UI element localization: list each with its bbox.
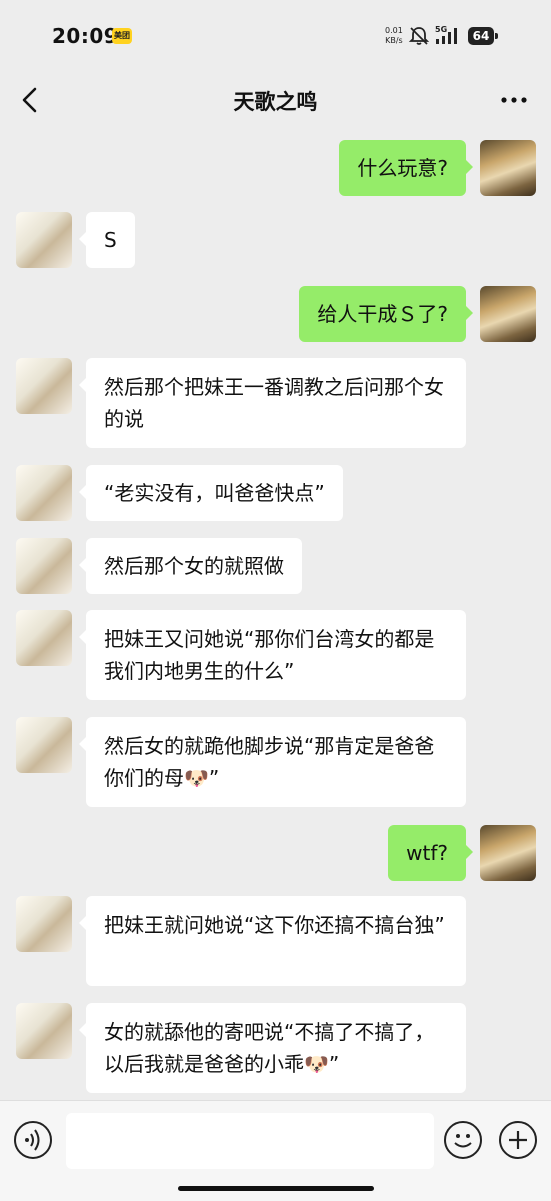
incoming-message[interactable]: 然后那个把妹王一番调教之后问那个女的说: [79, 358, 466, 448]
outgoing-message[interactable]: wtf?: [388, 825, 473, 881]
meituan-badge-icon: 美团: [112, 28, 132, 44]
incoming-message[interactable]: 然后那个女的就照做: [79, 538, 302, 594]
battery-level: 64: [468, 27, 494, 45]
emoji-icon: [454, 1134, 472, 1148]
contact-avatar[interactable]: [16, 465, 72, 521]
signal-5g-icon: 5G: [435, 25, 457, 44]
contact-avatar[interactable]: [16, 610, 72, 666]
more-dots-icon[interactable]: [499, 88, 529, 112]
mute-bell-icon: [408, 27, 430, 45]
incoming-message[interactable]: 把妹王就问她说“这下你还搞不搞台独”: [79, 896, 466, 986]
plus-button[interactable]: [499, 1121, 537, 1159]
home-indicator[interactable]: [178, 1186, 374, 1191]
outgoing-message[interactable]: 什么玩意?: [339, 140, 473, 196]
incoming-message[interactable]: “老实没有，叫爸爸快点”: [79, 465, 343, 521]
self-avatar[interactable]: [480, 825, 536, 881]
contact-avatar[interactable]: [16, 1003, 72, 1059]
chat-header: 天歌之鸣: [0, 72, 551, 128]
incoming-message[interactable]: 女的就舔他的寄吧说“不搞了不搞了，以后我就是爸爸的小乖🐶”: [79, 1003, 466, 1093]
contact-avatar[interactable]: [16, 358, 72, 414]
contact-avatar[interactable]: [16, 717, 72, 773]
outgoing-message[interactable]: 给人干成Ｓ了?: [299, 286, 473, 342]
emoji-button[interactable]: [444, 1121, 482, 1159]
status-bar: 20:09 美团 0.01 KB/s 5G 64: [0, 0, 551, 72]
incoming-message[interactable]: 把妹王又问她说“那你们台湾女的都是我们内地男生的什么”: [79, 610, 466, 700]
voice-icon: [25, 1129, 40, 1151]
incoming-message[interactable]: S: [79, 212, 135, 268]
plus-icon: [509, 1131, 527, 1149]
battery-icon: 64: [468, 27, 502, 45]
message-input[interactable]: [66, 1113, 434, 1169]
network-type: 5G: [435, 25, 447, 34]
chat-title: 天歌之鸣: [233, 90, 318, 114]
network-speed: 0.01 KB/s: [385, 26, 403, 45]
contact-avatar[interactable]: [16, 538, 72, 594]
status-time: 20:09: [52, 24, 119, 48]
self-avatar[interactable]: [480, 140, 536, 196]
voice-button[interactable]: [14, 1121, 52, 1159]
contact-avatar[interactable]: [16, 896, 72, 952]
incoming-message[interactable]: 然后女的就跪他脚步说“那肯定是爸爸你们的母🐶”: [79, 717, 466, 807]
contact-avatar[interactable]: [16, 212, 72, 268]
self-avatar[interactable]: [480, 286, 536, 342]
